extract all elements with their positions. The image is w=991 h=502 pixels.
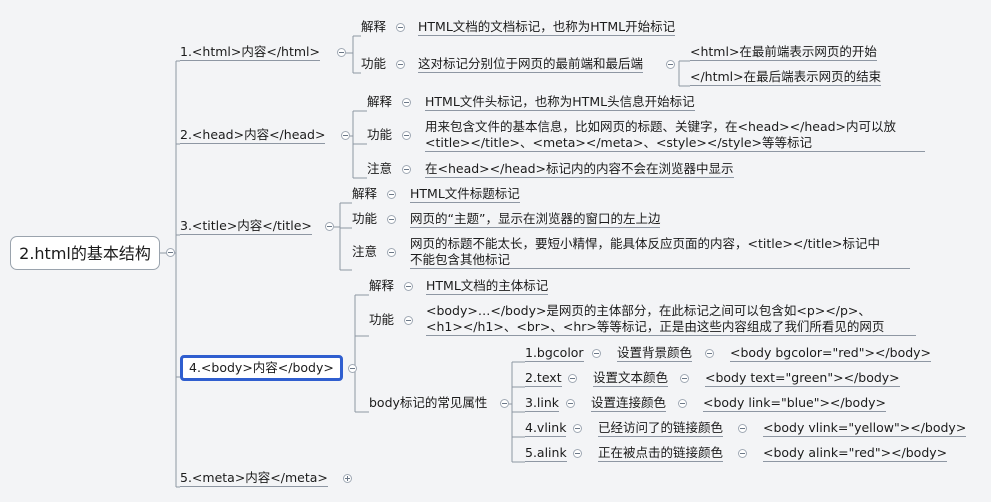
b3-jieshi-text[interactable]: HTML文件标题标记 [410,186,520,203]
branch-title[interactable]: 3.<title>内容</title> [180,218,312,235]
b4-gongneng-text[interactable]: <body>…</body>是网页的主体部分，在此标记之间可以包含如<p></p… [426,303,916,336]
b4-attrs-label[interactable]: body标记的常见属性 [369,395,487,411]
attr-text-desc[interactable]: 设置文本颜色 [593,370,669,387]
attr-bgcolor-collapse-icon[interactable] [592,349,601,358]
b1-gongneng-text-collapse-icon[interactable] [666,60,675,69]
branch-body[interactable]: 4.<body>内容</body> [180,355,343,381]
b1-collapse-icon[interactable] [337,48,346,57]
b1-front[interactable]: <html>在最前端表示网页的开始 [690,44,877,61]
b4-gongneng-line1: <body>…</body>是网页的主体部分，在此标记之间可以包含如<p></p… [426,303,871,318]
attr-link-name[interactable]: 3.link [525,395,560,412]
b2-jieshi-collapse-icon[interactable] [402,98,411,107]
b4-collapse-icon[interactable] [348,364,357,373]
root-topic[interactable]: 2.html的基本结构 [10,236,160,270]
b2-gongneng-line2: <title></title>、<meta></meta>、<style></s… [425,135,812,150]
b2-collapse-icon[interactable] [341,131,350,140]
attr-text-collapse-icon[interactable] [568,374,577,383]
b1-gongneng[interactable]: 功能 [361,56,386,72]
b2-jieshi[interactable]: 解释 [367,94,392,110]
b2-gongneng-text[interactable]: 用来包含文件的基本信息，比如网页的标题、关键字，在<head></head>内可… [425,119,925,152]
b4-gongneng-collapse-icon[interactable] [404,316,413,325]
attr-bgcolor-example[interactable]: <body bgcolor="red"></body> [730,345,932,362]
attr-link-example[interactable]: <body link="blue"></body> [703,395,887,412]
attr-alink-collapse-icon[interactable] [573,449,582,458]
attr-link-desc-collapse-icon[interactable] [678,399,687,408]
b4-jieshi-collapse-icon[interactable] [404,282,413,291]
b2-gongneng[interactable]: 功能 [367,127,392,143]
attr-text-example[interactable]: <body text="green"></body> [705,370,900,387]
attr-text-desc-collapse-icon[interactable] [680,374,689,383]
b3-gongneng-text[interactable]: 网页的“主题”，显示在浏览器的窗口的左上边 [410,211,661,228]
attr-vlink-desc-collapse-icon[interactable] [738,424,747,433]
branch-meta[interactable]: 5.<meta>内容</meta> [180,470,328,487]
b3-gongneng[interactable]: 功能 [352,211,377,227]
b3-jieshi-collapse-icon[interactable] [387,190,396,199]
b2-gongneng-line1: 用来包含文件的基本信息，比如网页的标题、关键字，在<head></head>内可… [425,119,897,134]
branch-head[interactable]: 2.<head>内容</head> [180,127,326,144]
b3-zhuyi-line1: 网页的标题不能太长，要短小精悍，能具体反应页面的内容，<title></titl… [410,236,880,251]
b1-gongneng-collapse-icon[interactable] [396,60,405,69]
b4-jieshi[interactable]: 解释 [369,278,394,294]
branch-html[interactable]: 1.<html>内容</html> [180,44,320,61]
attr-bgcolor-desc-collapse-icon[interactable] [705,349,714,358]
b4-jieshi-text[interactable]: HTML文档的主体标记 [426,278,549,295]
attr-alink-desc-collapse-icon[interactable] [738,449,747,458]
b3-jieshi[interactable]: 解释 [352,186,377,202]
b3-zhuyi-collapse-icon[interactable] [387,248,396,257]
b3-zhuyi[interactable]: 注意 [352,244,377,260]
b2-zhuyi-collapse-icon[interactable] [402,165,411,174]
b1-jieshi[interactable]: 解释 [361,19,386,35]
attr-alink-name[interactable]: 5.alink [525,445,567,462]
b1-jieshi-text[interactable]: HTML文档的文档标记，也称为HTML开始标记 [418,19,676,36]
attr-bgcolor-name[interactable]: 1.bgcolor [525,345,584,362]
attr-vlink-collapse-icon[interactable] [573,424,582,433]
attr-vlink-desc[interactable]: 已经访问了的链接颜色 [598,420,724,437]
b2-jieshi-text[interactable]: HTML文件头标记，也称为HTML头信息开始标记 [425,94,695,111]
attr-bgcolor-desc[interactable]: 设置背景颜色 [617,345,693,362]
b1-gongneng-text[interactable]: 这对标记分别位于网页的最前端和最后端 [418,56,644,73]
attr-vlink-name[interactable]: 4.vlink [525,420,567,437]
b3-collapse-icon[interactable] [325,222,334,231]
b1-back[interactable]: </html>在最后端表示网页的结束 [690,69,882,86]
b3-gongneng-collapse-icon[interactable] [387,215,396,224]
b4-attrs-collapse-icon[interactable] [500,399,509,408]
b2-gongneng-collapse-icon[interactable] [402,131,411,140]
b2-zhuyi[interactable]: 注意 [367,161,392,177]
attr-alink-desc[interactable]: 正在被点击的链接颜色 [598,445,724,462]
attr-text-name[interactable]: 2.text [525,370,562,387]
attr-alink-example[interactable]: <body alink="red"></body> [763,445,948,462]
attr-vlink-example[interactable]: <body vlink="yellow"></body> [763,420,967,437]
b2-zhuyi-text[interactable]: 在<head></head>标记内的内容不会在浏览器中显示 [425,161,734,178]
b3-zhuyi-line2: 不能包含其他标记 [410,252,511,267]
b5-expand-icon[interactable] [343,474,352,483]
root-collapse-icon[interactable] [166,248,175,257]
b1-jieshi-collapse-icon[interactable] [396,23,405,32]
b4-gongneng-line2: <h1></h1>、<br>、<hr>等等标记，正是由这些内容组成了我们所看见的… [426,319,885,334]
b4-gongneng[interactable]: 功能 [369,312,394,328]
attr-link-collapse-icon[interactable] [566,399,575,408]
b3-zhuyi-text[interactable]: 网页的标题不能太长，要短小精悍，能具体反应页面的内容，<title></titl… [410,236,910,269]
attr-link-desc[interactable]: 设置连接颜色 [591,395,667,412]
